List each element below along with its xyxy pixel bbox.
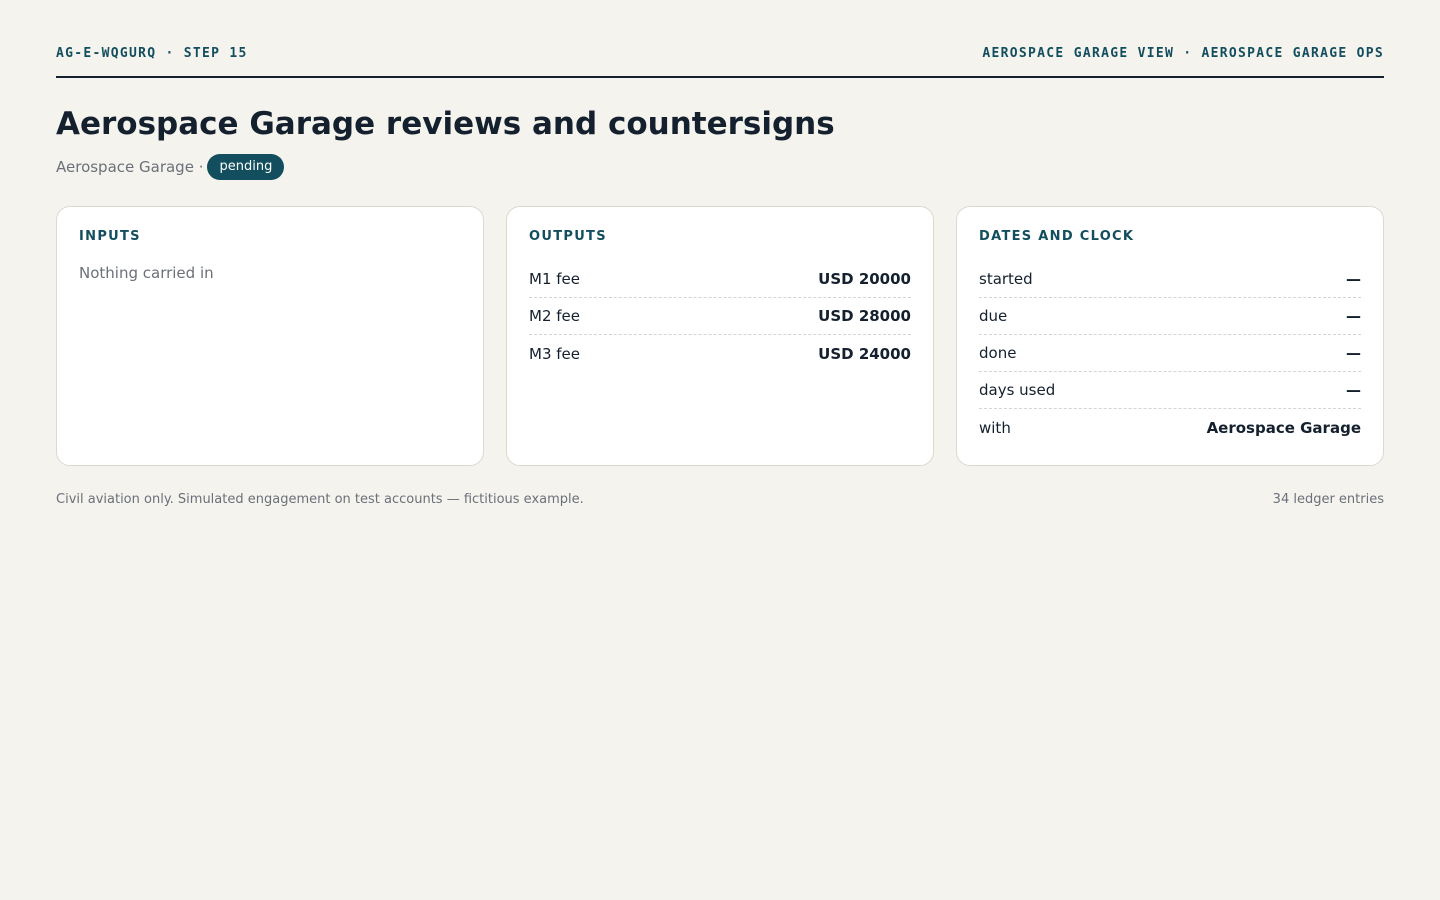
- top-bar: AG-E-WQGURQ · STEP 15 AEROSPACE GARAGE V…: [56, 46, 1384, 78]
- inputs-card-title: INPUTS: [79, 229, 141, 244]
- outputs-card-title: OUTPUTS: [529, 229, 607, 244]
- step-reference: AG-E-WQGURQ · STEP 15: [56, 46, 248, 61]
- date-row-with: with Aerospace Garage: [979, 409, 1361, 446]
- page-title: Aerospace Garage reviews and countersign…: [56, 106, 835, 142]
- date-value: —: [1346, 270, 1361, 288]
- date-label: with: [979, 418, 1011, 437]
- date-row-due: due —: [979, 298, 1361, 335]
- status-badge: pending: [207, 154, 285, 180]
- output-row: M2 fee USD 28000: [529, 298, 911, 335]
- outputs-card: OUTPUTS M1 fee USD 20000 M2 fee USD 2800…: [506, 206, 934, 466]
- dates-card-title: DATES AND CLOCK: [979, 229, 1135, 244]
- output-label: M1 fee: [529, 270, 580, 288]
- date-row-started: started —: [979, 261, 1361, 298]
- output-value: USD 20000: [818, 270, 911, 288]
- output-row: M1 fee USD 20000: [529, 261, 911, 298]
- output-row: M3 fee USD 24000: [529, 335, 911, 372]
- date-value: —: [1346, 381, 1361, 399]
- output-value: USD 28000: [818, 307, 911, 325]
- date-label: done: [979, 344, 1017, 362]
- output-label: M3 fee: [529, 344, 580, 363]
- date-row-done: done —: [979, 335, 1361, 372]
- page-subtitle: Aerospace Garage · pending: [56, 154, 285, 180]
- dates-card: DATES AND CLOCK started — due — done — d…: [956, 206, 1384, 466]
- date-value: —: [1346, 307, 1361, 325]
- date-row-days-used: days used —: [979, 372, 1361, 409]
- output-value: USD 24000: [818, 344, 911, 363]
- date-value: —: [1346, 344, 1361, 362]
- view-context: AEROSPACE GARAGE VIEW · AEROSPACE GARAGE…: [982, 46, 1384, 61]
- date-label: started: [979, 270, 1033, 288]
- inputs-empty-text: Nothing carried in: [79, 264, 214, 282]
- disclaimer-text: Civil aviation only. Simulated engagemen…: [56, 492, 584, 507]
- owner-label: Aerospace Garage ·: [56, 158, 204, 176]
- date-label: due: [979, 307, 1008, 325]
- inputs-card: INPUTS Nothing carried in: [56, 206, 484, 466]
- cards-row: INPUTS Nothing carried in OUTPUTS M1 fee…: [56, 206, 1384, 466]
- ledger-count: 34 ledger entries: [1272, 492, 1384, 507]
- output-label: M2 fee: [529, 307, 580, 325]
- date-label: days used: [979, 381, 1056, 399]
- date-value: Aerospace Garage: [1206, 418, 1361, 437]
